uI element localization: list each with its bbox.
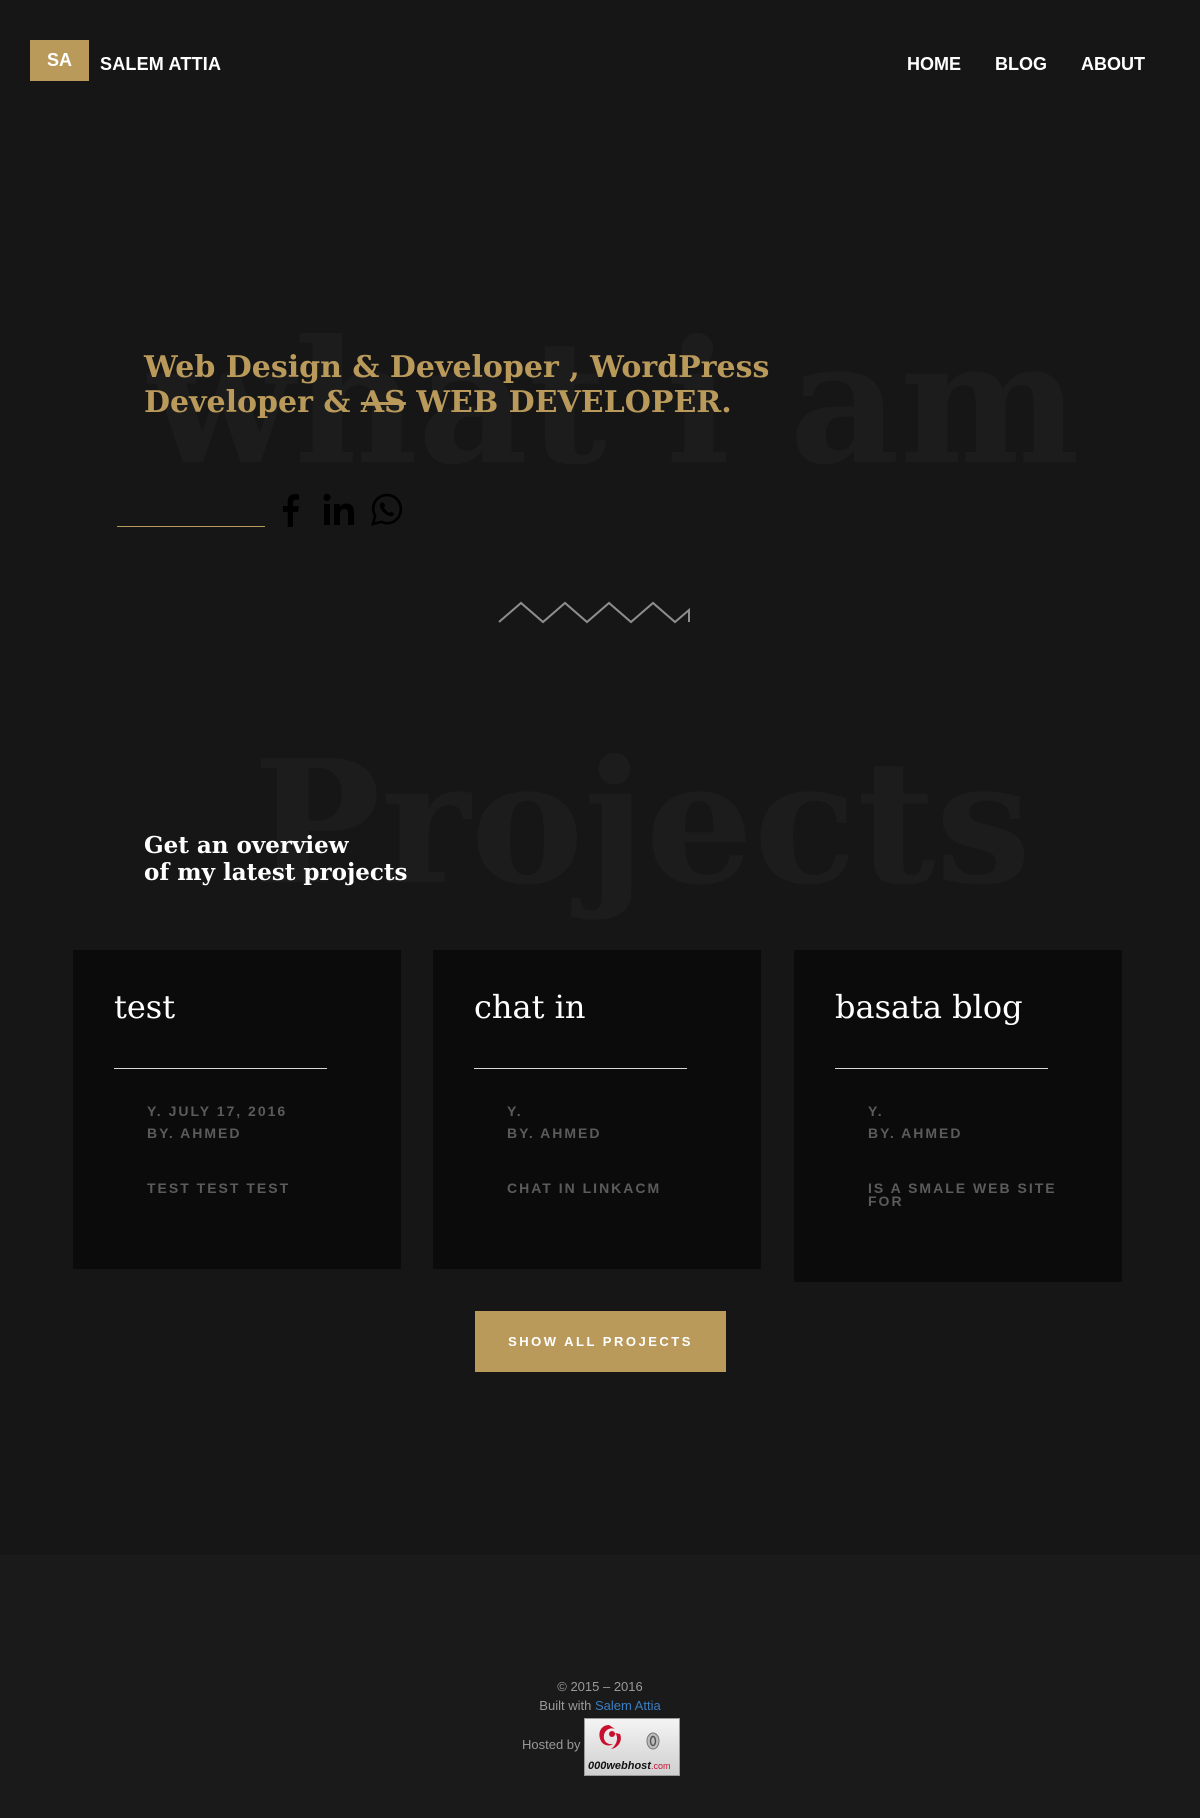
hero-title: Web Design & Developer , WordPress Devel…	[144, 350, 844, 420]
project-title[interactable]: test	[114, 988, 175, 1026]
linkedin-icon[interactable]	[322, 492, 356, 528]
project-divider	[474, 1068, 687, 1069]
hero-divider	[117, 526, 265, 527]
projects-intro-line1: Get an overview	[144, 832, 349, 859]
project-date: Y. JULY 17, 2016	[147, 1103, 288, 1119]
footer-built-with: Built with Salem Attia	[0, 1698, 1200, 1713]
hero-title-line2-end: WEB DEVELOPER.	[405, 385, 732, 420]
social-links	[274, 492, 404, 528]
whatsapp-icon[interactable]	[370, 492, 404, 528]
project-date: Y.	[868, 1103, 884, 1119]
project-author: BY. AHMED	[147, 1125, 242, 1141]
main-nav: HOME BLOG ABOUT	[907, 54, 1145, 75]
footer-author-link[interactable]: Salem Attia	[595, 1698, 661, 1713]
project-card[interactable]: test Y. JULY 17, 2016 BY. AHMED TEST TES…	[73, 950, 401, 1269]
zigzag-divider	[498, 601, 690, 624]
project-card[interactable]: basata blog Y. BY. AHMED IS A SMALE WEB …	[794, 950, 1122, 1282]
project-author: BY. AHMED	[507, 1125, 602, 1141]
host-badge-text: 000webhost.com	[588, 1760, 671, 1772]
site-brand[interactable]: SALEM ATTIA	[100, 54, 221, 75]
project-card[interactable]: chat in Y. BY. AHMED CHAT IN LINKACM	[433, 950, 761, 1269]
project-divider	[114, 1068, 327, 1069]
facebook-icon[interactable]	[274, 492, 308, 528]
show-all-projects-button[interactable]: SHOW ALL PROJECTS	[475, 1311, 726, 1372]
nav-home[interactable]: HOME	[907, 54, 961, 75]
hero-title-line2-start: Developer &	[144, 385, 361, 420]
project-date: Y.	[507, 1103, 523, 1119]
nav-about[interactable]: ABOUT	[1081, 54, 1145, 75]
project-title[interactable]: chat in	[474, 988, 585, 1026]
projects-intro-line2: of my latest projects	[144, 859, 408, 886]
nav-blog[interactable]: BLOG	[995, 54, 1047, 75]
hero-title-strike: AS	[360, 385, 406, 420]
project-divider	[835, 1068, 1048, 1069]
projects-intro: Get an overview of my latest projects	[144, 832, 408, 886]
project-description: CHAT IN LINKACM	[507, 1180, 662, 1196]
project-author: BY. AHMED	[868, 1125, 963, 1141]
project-description: TEST TEST TEST	[147, 1180, 291, 1196]
project-description: IS A SMALE WEB SITE FOR	[868, 1180, 1057, 1209]
host-logo-icon	[599, 1725, 660, 1750]
host-badge[interactable]: 000webhost.com	[584, 1718, 680, 1776]
logo-badge[interactable]: SA	[30, 40, 89, 81]
project-title[interactable]: basata blog	[835, 988, 1023, 1026]
hero-title-line1: Web Design & Developer , WordPress	[144, 350, 770, 385]
footer-built-prefix: Built with	[539, 1698, 595, 1713]
footer-copyright: © 2015 – 2016	[557, 1679, 643, 1694]
footer-hosted-label: Hosted by	[522, 1737, 581, 1752]
